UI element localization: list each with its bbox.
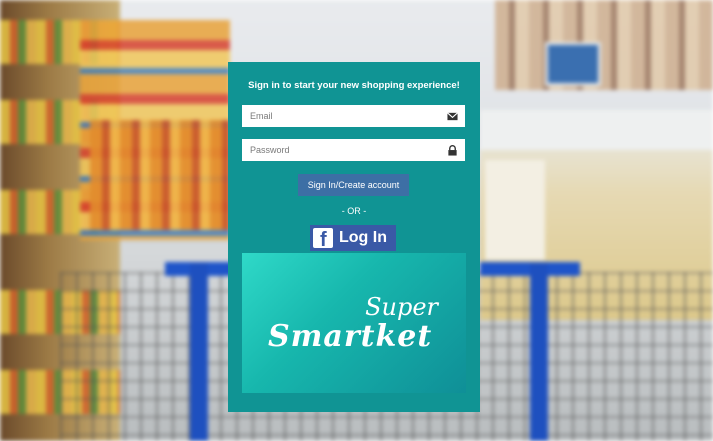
cart-post-right [530,262,548,441]
facebook-login-label: Log In [339,229,387,246]
counter-top [480,110,713,150]
snack-aisle-lower [90,120,230,230]
email-input[interactable] [242,105,437,127]
sign-in-button[interactable]: Sign In/Create account [298,174,409,196]
facebook-login-button[interactable]: f Log In [310,225,396,251]
or-separator: - OR - [341,206,367,216]
envelope-icon [447,112,458,121]
logo-word-smartket: Smartket [268,319,433,354]
password-input[interactable] [242,139,437,161]
back-shelf [495,0,713,90]
facebook-icon: f [313,228,333,248]
sign-in-heading: Sign in to start your new shopping exper… [248,80,460,91]
sign-in-card: Sign in to start your new shopping exper… [228,62,480,412]
lock-icon [448,145,457,156]
register-monitor [545,42,601,86]
counter-panel [485,160,545,260]
cart-post-left [190,262,208,441]
email-field[interactable] [242,105,465,127]
facebook-icon-letter: f [320,229,327,248]
password-field[interactable] [242,139,465,161]
logo-word-super: Super [365,293,438,321]
super-smartket-logo: Super Smartket [242,253,466,393]
